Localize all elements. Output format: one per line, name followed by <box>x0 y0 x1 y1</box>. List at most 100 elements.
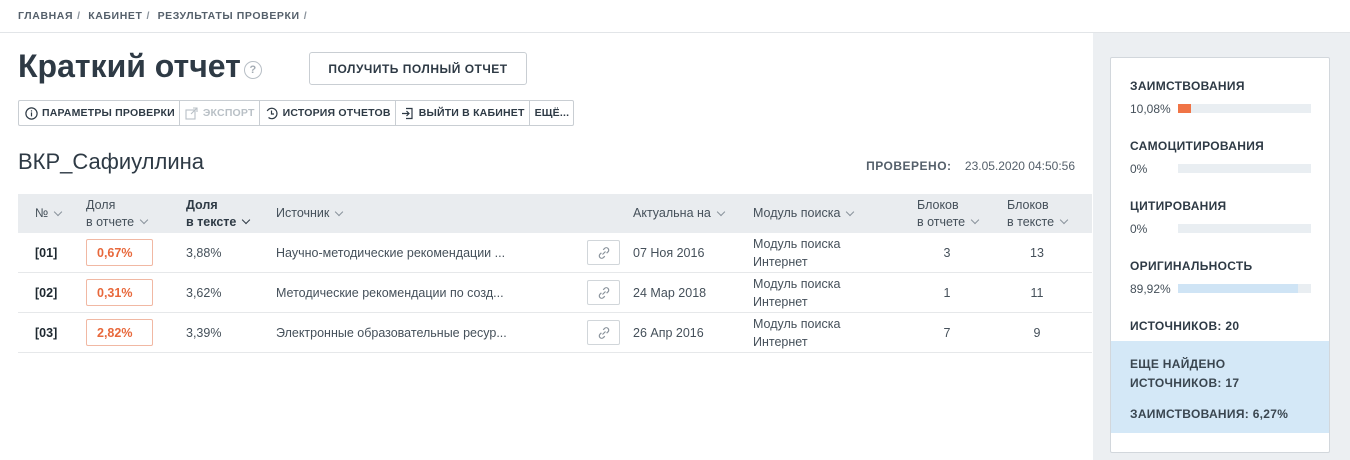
exit-label: ВЫЙТИ В КАБИНЕТ <box>418 107 525 119</box>
row-share-report[interactable]: 2,82% <box>86 319 153 346</box>
breadcrumb-cabinet[interactable]: КАБИНЕТ <box>88 10 142 22</box>
table-body: [01] 0,67% 3,88% Научно-методические рек… <box>18 233 1092 353</box>
export-label: ЭКСПОРТ <box>202 107 255 119</box>
th-blocks-text[interactable]: Блоков в тексте <box>1007 194 1069 233</box>
row-share-text: 3,62% <box>186 285 222 300</box>
th-blocks-report[interactable]: Блоков в отчете <box>917 194 980 233</box>
more-found-borrowing: ЗАИМСТВОВАНИЯ: 6,27% <box>1130 407 1289 421</box>
selfcite-label: САМОЦИТИРОВАНИЯ <box>1130 139 1265 153</box>
more-label: ЕЩЁ... <box>534 107 570 119</box>
row-source[interactable]: Научно-методические рекомендации ... <box>276 233 505 272</box>
row-module-type: Интернет <box>753 334 808 349</box>
table-header: № Доля в отчете Доля в тексте Источник Акт… <box>18 194 1092 233</box>
row-share-report-cell: 0,31% <box>86 273 153 312</box>
export-icon <box>185 106 199 120</box>
th-share-report[interactable]: Доля в отчете <box>86 194 149 233</box>
export-button[interactable]: ЭКСПОРТ <box>180 101 260 125</box>
borrowing-bar-fill <box>1178 104 1192 113</box>
row-module-cell: Модуль поиска Интернет <box>753 273 840 312</box>
row-module-type: Интернет <box>753 254 808 269</box>
link-icon[interactable] <box>587 320 620 345</box>
more-found-sources: ИСТОЧНИКОВ: 17 <box>1130 376 1240 390</box>
link-icon[interactable] <box>587 240 620 265</box>
more-found-title: ЕЩЕ НАЙДЕНО <box>1130 357 1226 371</box>
row-source[interactable]: Электронные образовательные ресур... <box>276 313 507 352</box>
breadcrumb: ГЛАВНАЯ / КАБИНЕТ / РЕЗУЛЬТАТЫ ПРОВЕРКИ / <box>18 10 308 22</box>
row-module: Модуль поиска <box>753 276 841 291</box>
borrowing-value: 10,08% <box>1130 102 1171 116</box>
original-bar-fill <box>1178 284 1298 293</box>
more-button[interactable]: ЕЩЁ... <box>530 101 574 125</box>
more-found-box[interactable]: ЕЩЕ НАЙДЕНО ИСТОЧНИКОВ: 17 ЗАИМСТВОВАНИЯ… <box>1111 341 1329 433</box>
row-source[interactable]: Методические рекомендации по созд... <box>276 273 504 312</box>
row-link-cell <box>587 313 620 352</box>
sources-table: № Доля в отчете Доля в тексте Источник Акт… <box>18 194 1092 353</box>
history-icon <box>265 106 279 120</box>
row-link-cell <box>587 233 620 272</box>
row-blocks-text: 13 <box>1030 245 1044 260</box>
borrowing-bar <box>1178 104 1311 113</box>
params-button[interactable]: ПАРАМЕТРЫ ПРОВЕРКИ <box>19 101 180 125</box>
selfcite-value: 0% <box>1130 162 1148 176</box>
row-num: [03] <box>35 325 58 340</box>
document-name: ВКР_Сафиуллина <box>18 149 205 174</box>
sources-count: ИСТОЧНИКОВ: 20 <box>1130 319 1240 333</box>
row-blocks-text: 9 <box>1033 325 1041 340</box>
stats-panel: ЗАИМСТВОВАНИЯ 10,08% САМОЦИТИРОВАНИЯ 0% … <box>1110 57 1330 453</box>
table-row[interactable]: [01] 0,67% 3,88% Научно-методические рек… <box>18 233 1092 273</box>
selfcite-bar <box>1178 164 1311 173</box>
toolbar: ПАРАМЕТРЫ ПРОВЕРКИ ЭКСПОРТ ИСТОРИЯ ОТЧЕТ… <box>18 100 575 126</box>
row-share-report[interactable]: 0,67% <box>86 239 153 266</box>
table-row[interactable]: [02] 0,31% 3,62% Методические рекомендац… <box>18 273 1092 313</box>
cite-bar <box>1178 224 1311 233</box>
original-value: 89,92% <box>1130 282 1171 296</box>
breadcrumb-results[interactable]: РЕЗУЛЬТАТЫ ПРОВЕРКИ <box>158 10 300 22</box>
table-row[interactable]: [03] 2,82% 3,39% Электронные образовател… <box>18 313 1092 353</box>
params-label: ПАРАМЕТРЫ ПРОВЕРКИ <box>42 107 175 119</box>
row-date: 26 Апр 2016 <box>633 325 704 340</box>
th-share-text[interactable]: Доля в тексте <box>186 194 251 233</box>
row-num: [01] <box>35 245 58 260</box>
checked-value: 23.05.2020 04:50:56 <box>964 159 1075 173</box>
row-module-type: Интернет <box>753 294 808 309</box>
row-blocks-report: 3 <box>943 245 951 260</box>
row-date: 24 Мар 2018 <box>633 285 707 300</box>
row-date: 07 Ноя 2016 <box>633 245 705 260</box>
borrowing-label: ЗАИМСТВОВАНИЯ <box>1130 79 1245 93</box>
title-row: Краткий отчет ? <box>18 48 262 85</box>
row-share-text: 3,88% <box>186 245 222 260</box>
row-blocks-text: 11 <box>1030 285 1044 300</box>
cite-label: ЦИТИРОВАНИЯ <box>1130 199 1227 213</box>
info-icon <box>24 106 38 120</box>
row-share-report-cell: 0,67% <box>86 233 153 272</box>
th-actual[interactable]: Актуальна на <box>633 194 726 233</box>
th-module[interactable]: Модуль поиска <box>753 194 855 233</box>
full-report-button[interactable]: ПОЛУЧИТЬ ПОЛНЫЙ ОТЧЕТ <box>309 52 527 85</box>
main-content: Краткий отчет ? ПОЛУЧИТЬ ПОЛНЫЙ ОТЧЕТ ПА… <box>0 33 1093 460</box>
exit-icon <box>401 106 415 120</box>
help-icon[interactable]: ? <box>243 60 262 79</box>
row-share-report[interactable]: 0,31% <box>86 279 153 306</box>
history-label: ИСТОРИЯ ОТЧЕТОВ <box>282 107 391 119</box>
exit-cabinet-button[interactable]: ВЫЙТИ В КАБИНЕТ <box>396 101 530 125</box>
breadcrumb-home[interactable]: ГЛАВНАЯ <box>18 10 73 22</box>
row-blocks-report: 1 <box>943 285 951 300</box>
row-share-text: 3,39% <box>186 325 222 340</box>
row-blocks-report: 7 <box>943 325 951 340</box>
history-button[interactable]: ИСТОРИЯ ОТЧЕТОВ <box>260 101 396 125</box>
row-module-cell: Модуль поиска Интернет <box>753 313 840 352</box>
th-num[interactable]: № <box>35 194 63 233</box>
original-label: ОРИГИНАЛЬНОСТЬ <box>1130 259 1253 273</box>
page-title: Краткий отчет <box>18 48 241 84</box>
row-link-cell <box>587 273 620 312</box>
row-module-cell: Модуль поиска Интернет <box>753 233 840 272</box>
row-share-report-cell: 2,82% <box>86 313 153 352</box>
checked-label: ПРОВЕРЕНО: <box>866 159 952 173</box>
cite-value: 0% <box>1130 222 1148 236</box>
link-icon[interactable] <box>587 280 620 305</box>
th-source[interactable]: Источник <box>276 194 344 233</box>
checked-info: ПРОВЕРЕНО: 23.05.2020 04:50:56 <box>866 159 1075 173</box>
row-module: Модуль поиска <box>753 236 841 251</box>
row-module: Модуль поиска <box>753 316 841 331</box>
original-bar <box>1178 284 1311 293</box>
